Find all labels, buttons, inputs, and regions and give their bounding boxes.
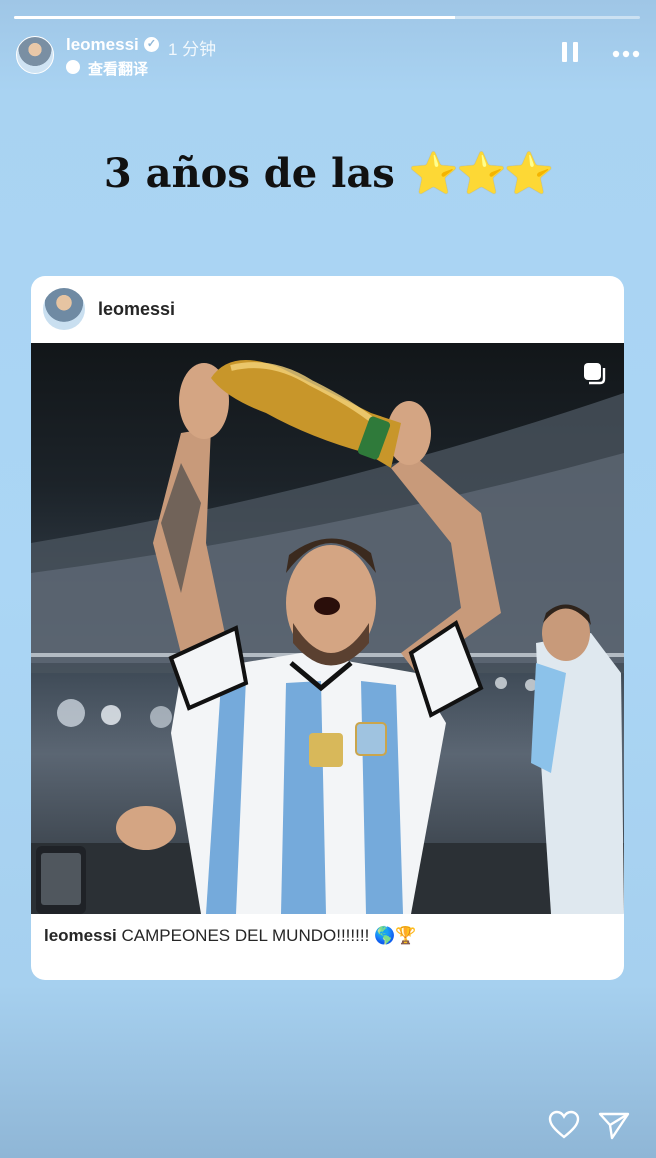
multi-photo-icon — [584, 363, 606, 385]
story-progress-bar — [14, 16, 640, 19]
post-caption: leomessi CAMPEONES DEL MUNDO!!!!!!! 🌎🏆 — [44, 926, 416, 946]
post-photo[interactable] — [31, 343, 624, 914]
story-header: leomessi ✓ 1 分钟 查看翻译 — [16, 32, 640, 78]
caption-text: CAMPEONES DEL MUNDO!!!!!!! 🌎🏆 — [121, 926, 417, 945]
story-username[interactable]: leomessi — [66, 35, 139, 55]
post-avatar[interactable] — [43, 288, 85, 330]
pause-button[interactable] — [562, 42, 578, 62]
story-headline: 3 años de las ⭐⭐⭐ — [0, 150, 656, 197]
shared-post-card[interactable]: leomessi leomessi CAMPEONES DEL MUNDO!!!… — [31, 276, 624, 980]
more-icon — [612, 50, 640, 58]
story-progress-fill — [14, 16, 456, 19]
caption-username[interactable]: leomessi — [44, 926, 117, 945]
more-button[interactable] — [612, 46, 640, 58]
story-avatar[interactable] — [16, 36, 54, 74]
headline-text: 3 años de las — [103, 150, 395, 197]
translate-label: 查看翻译 — [88, 61, 149, 78]
heart-icon[interactable] — [548, 1110, 580, 1140]
pause-icon — [573, 42, 578, 62]
story-time: 1 分钟 — [168, 40, 217, 59]
post-photo-illustration — [31, 360, 624, 914]
translate-icon — [66, 60, 80, 74]
post-username[interactable]: leomessi — [98, 299, 175, 320]
pause-icon — [562, 42, 567, 62]
share-icon[interactable] — [598, 1110, 630, 1140]
verified-badge-icon: ✓ — [144, 37, 159, 52]
stars-emoji: ⭐⭐⭐ — [408, 151, 554, 197]
